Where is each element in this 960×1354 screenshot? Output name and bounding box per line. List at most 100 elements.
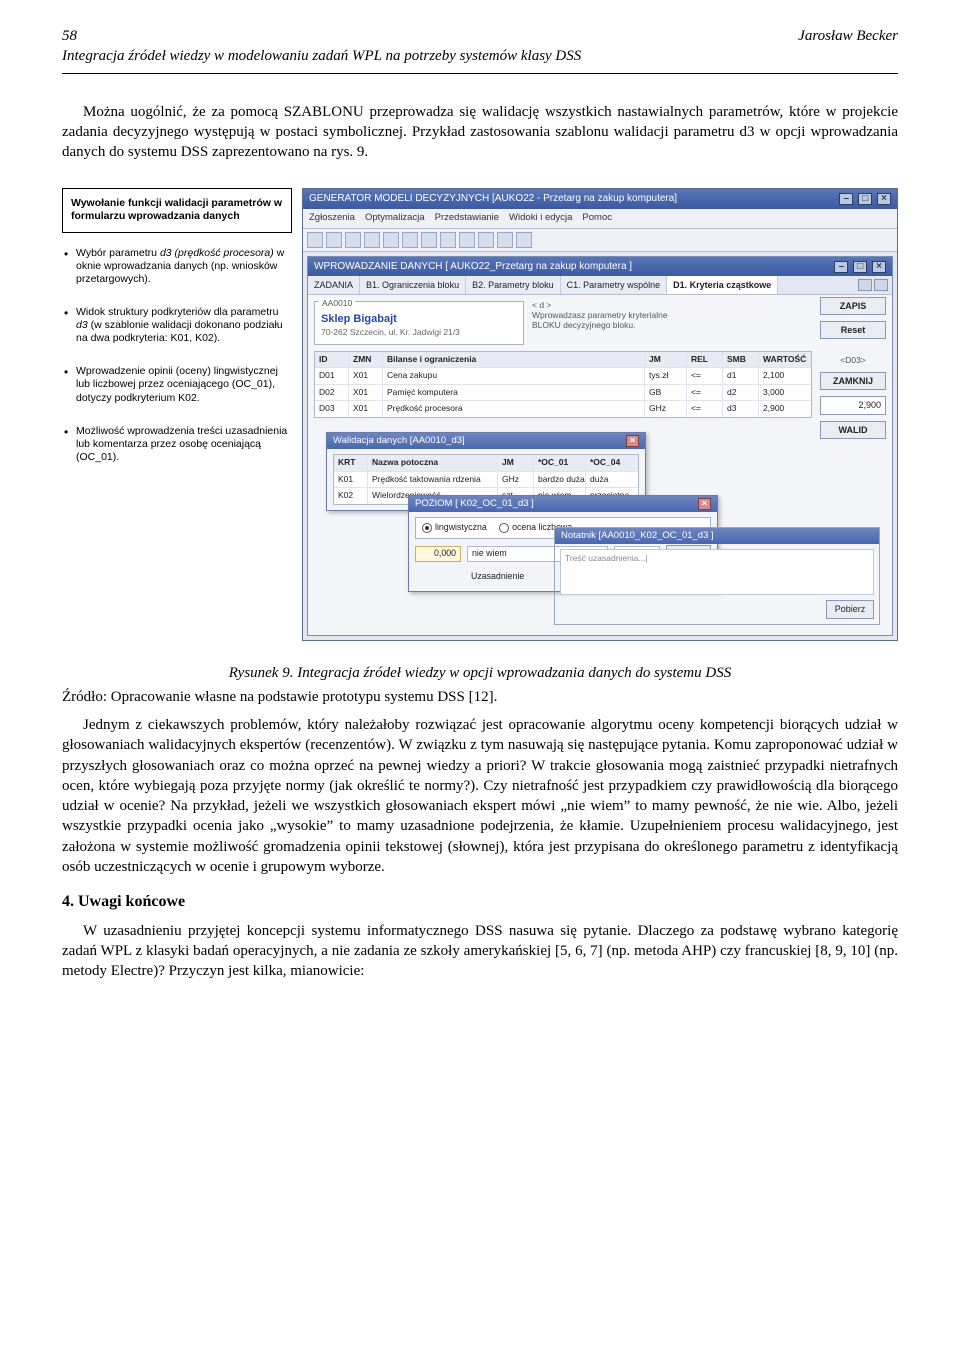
paragraph-1: Można uogólnić, że za pomocą SZABLONU pr… (62, 102, 898, 163)
window-controls: – □ × (837, 192, 891, 206)
section-4-heading: 4. Uwagi końcowe (62, 891, 898, 913)
table-row[interactable]: D02X01Pamięć komputeraGB<=d23,000 (315, 385, 811, 401)
tool-icon[interactable] (383, 232, 399, 248)
table-row: K01Prędkość taktowania rdzeniaGHzbardzo … (334, 472, 638, 488)
table-cell: Prędkość taktowania rdzenia (368, 472, 498, 487)
tool-icon[interactable] (364, 232, 380, 248)
tool-icon[interactable] (307, 232, 323, 248)
table-cell: Nazwa potoczna (368, 455, 498, 470)
tab-ctrl-icon[interactable] (874, 279, 888, 291)
figure-source: Źródło: Opracowanie własne na podstawie … (62, 687, 898, 707)
table-cell: D02 (315, 385, 349, 400)
close-button[interactable]: × (872, 261, 886, 273)
radio-lingwistyczna[interactable]: lingwistyczna (422, 522, 487, 532)
table-cell: K01 (334, 472, 368, 487)
figure-caption: Rysunek 9. Integracja źródeł wiedzy w op… (62, 663, 898, 683)
tool-icon[interactable] (345, 232, 361, 248)
toolbar (303, 229, 897, 252)
hint-box: < d > Wprowadzasz parametry kryterialne … (532, 301, 682, 330)
parameters-table: IDZMNBilanse i ograniczeniaJMRELSMBWARTO… (314, 351, 812, 418)
menu-item[interactable]: Przedstawianie (435, 212, 499, 223)
validation-dialog-title: Walidacja danych [AA0010_d3] (333, 435, 465, 448)
table-cell: X01 (349, 368, 383, 383)
callout-item: Wprowadzenie opinii (oceny) lingwistyczn… (62, 365, 292, 404)
tool-icon[interactable] (497, 232, 513, 248)
value-output: 0,000 (415, 546, 461, 562)
table-cell: *OC_04 (586, 455, 638, 470)
tab-aux-controls (858, 279, 892, 291)
table-cell: d1 (723, 368, 759, 383)
callouts-column: Wywołanie funkcji walidacji parametrów w… (62, 188, 292, 484)
maximize-button[interactable]: □ (853, 261, 867, 273)
tab[interactable]: B1. Ograniczenia bloku (360, 276, 466, 294)
tab[interactable]: C1. Parametry wspólne (561, 276, 668, 294)
notepad-panel: Notatnik [AA0010_K02_OC_01_d3 ] Treść uz… (554, 527, 880, 625)
maximize-button[interactable]: □ (858, 193, 872, 205)
table-cell: Cena zakupu (383, 368, 645, 383)
tab[interactable]: ZADANIA (308, 276, 360, 294)
reset-button[interactable]: Reset (820, 321, 886, 339)
applicant-fieldset: AA0010 Sklep Bigabajt 70-262 Szczecin, u… (314, 301, 524, 345)
tool-icon[interactable] (421, 232, 437, 248)
table-header-row: IDZMNBilanse i ograniczeniaJMRELSMBWARTO… (315, 352, 811, 368)
level-dialog-title: POZIOM [ K02_OC_01_d3 ] (415, 498, 534, 511)
table-cell: GB (645, 385, 687, 400)
close-icon[interactable]: × (626, 435, 639, 447)
callout-item: Wybór parametru d3 (prędkość procesora) … (62, 247, 292, 286)
notepad-textarea[interactable]: Treść uzasadnienia...| (560, 549, 874, 595)
table-cell: 2,100 (759, 368, 811, 383)
table-cell: D03 (315, 401, 349, 416)
tool-icon[interactable] (440, 232, 456, 248)
close-icon[interactable]: × (698, 498, 711, 510)
menubar: Zgłoszenia Optymalizacja Przedstawianie Wid… (303, 209, 897, 229)
minimize-button[interactable]: – (839, 193, 853, 205)
table-header-row: KRTNazwa potocznaJM*OC_01*OC_04 (334, 455, 638, 471)
zapis-button[interactable]: ZAPIS (820, 297, 886, 315)
page-number: 58 (62, 26, 77, 46)
tab-ctrl-icon[interactable] (858, 279, 872, 291)
header-rule (62, 73, 898, 74)
app-titlebar: GENERATOR MODELI DECYZYJNYCH [AUKO22 - P… (303, 189, 897, 209)
menu-item[interactable]: Zgłoszenia (309, 212, 355, 223)
table-cell: tys.zł (645, 368, 687, 383)
menu-item[interactable]: Pomoc (582, 212, 612, 223)
table-cell: GHz (498, 472, 534, 487)
table-row[interactable]: D01X01Cena zakuputys.zł<=d12,100 (315, 368, 811, 384)
table-cell: bardzo duża (534, 472, 586, 487)
notepad-pobierz-button[interactable]: Pobierz (826, 600, 874, 618)
tool-icon[interactable] (459, 232, 475, 248)
close-button[interactable]: × (877, 193, 891, 205)
paragraph-3: W uzasadnieniu przyjętej koncepcji syste… (62, 921, 898, 982)
minimize-button[interactable]: – (834, 261, 848, 273)
table-cell: WARTOŚĆ (759, 352, 811, 367)
table-cell: GHz (645, 401, 687, 416)
table-cell: ID (315, 352, 349, 367)
d03-value: 2,900 (820, 396, 886, 414)
tab[interactable]: B2. Parametry bloku (466, 276, 561, 294)
table-cell: D01 (315, 368, 349, 383)
tool-icon[interactable] (326, 232, 342, 248)
tab[interactable]: D1. Kryteria cząstkowe (667, 276, 778, 294)
table-row[interactable]: D03X01Prędkość procesoraGHz<=d32,900 (315, 401, 811, 416)
paragraph-2: Jednym z ciekawszych problemów, który na… (62, 715, 898, 877)
menu-item[interactable]: Widoki i edycja (509, 212, 572, 223)
table-cell: 3,000 (759, 385, 811, 400)
panel-top-row: AA0010 Sklep Bigabajt 70-262 Szczecin, u… (308, 295, 892, 345)
tool-icon[interactable] (402, 232, 418, 248)
walid-button[interactable]: WALID (820, 421, 886, 439)
tool-icon[interactable] (478, 232, 494, 248)
table-cell: *OC_01 (534, 455, 586, 470)
table-cell: Bilanse i ograniczenia (383, 352, 645, 367)
menu-item[interactable]: Optymalizacja (365, 212, 425, 223)
table-cell: REL (687, 352, 723, 367)
table-cell: SMB (723, 352, 759, 367)
zamknij-button[interactable]: ZAMKNIJ (820, 372, 886, 390)
running-header: 58 Jarosław Becker (62, 26, 898, 46)
table-cell: X01 (349, 401, 383, 416)
subwindow-titlebar: WPROWADZANIE DANYCH [ AUKO22_Przetarg na… (308, 257, 892, 277)
tool-icon[interactable] (516, 232, 532, 248)
table-cell: K02 (334, 488, 368, 503)
table-cell: X01 (349, 385, 383, 400)
hint-text: Wprowadzasz parametry kryterialne BLOKU … (532, 311, 682, 331)
app-title: GENERATOR MODELI DECYZYJNYCH [AUKO22 - P… (309, 192, 677, 206)
